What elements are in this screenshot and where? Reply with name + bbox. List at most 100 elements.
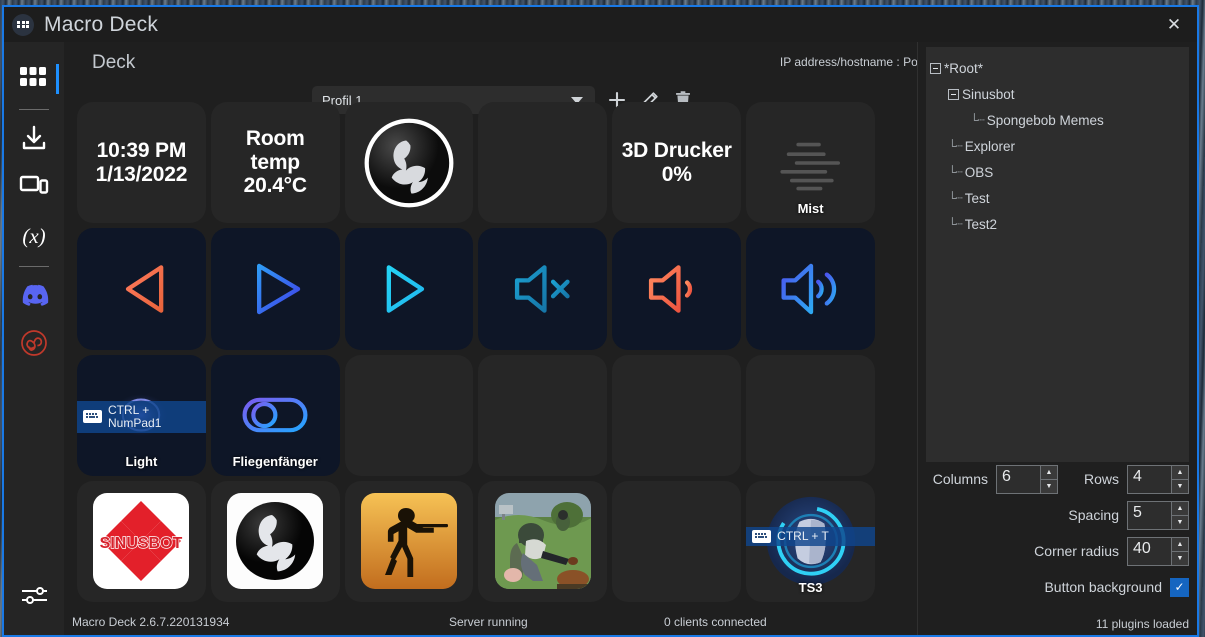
obs-launch-button[interactable] — [210, 480, 340, 602]
sliders-icon — [19, 584, 49, 611]
columns-value: 6 — [1001, 467, 1011, 485]
volume-up-button[interactable] — [746, 228, 875, 350]
tree-node-label: Test — [964, 190, 990, 206]
rows-value: 4 — [1133, 467, 1142, 485]
empty-button[interactable] — [344, 354, 474, 476]
sinusbot-button[interactable]: SINUSBOT — [77, 480, 206, 602]
volume-mute-button[interactable] — [478, 228, 608, 350]
tree-node[interactable]: └┈ Spongebob Memes — [930, 107, 1185, 133]
deck-button-text: 3D Drucker 0% — [621, 139, 732, 186]
corner-radius-value: 40 — [1133, 539, 1151, 557]
corner-radius-arrows[interactable]: ▲ ▼ — [1171, 537, 1188, 565]
rows-stepper[interactable]: 4 ▲ ▼ — [1127, 464, 1189, 494]
grid-icon — [20, 66, 48, 92]
sidebar-divider — [19, 109, 49, 110]
ip-label: IP address/hostname : Port — [779, 54, 926, 69]
macro-deck-window: Macro Deck ✕ (x) Deck IP address/hostnam… — [2, 5, 1199, 637]
button-background-label: Button background — [1044, 579, 1162, 595]
tree-node[interactable]: └┈ Explorer — [930, 133, 1185, 159]
volume-mute-icon — [478, 228, 607, 349]
tree-node[interactable]: └┈ Test — [930, 185, 1185, 211]
corner-radius-row: Corner radius 40 ▲ ▼ — [924, 536, 1189, 566]
mist-button[interactable]: Mist — [746, 102, 875, 224]
keyboard-icon — [83, 410, 102, 424]
obs-icon — [20, 329, 48, 362]
columns-stepper[interactable]: 6 ▲ ▼ — [995, 464, 1058, 494]
tree-node-label: Spongebob Memes — [986, 112, 1104, 128]
tree-node[interactable]: Sinusbot — [930, 81, 1185, 107]
empty-button[interactable] — [612, 354, 742, 476]
previous-track-button[interactable] — [77, 228, 206, 350]
csgo-button[interactable] — [344, 480, 474, 602]
tree-connector: └┈ — [948, 139, 963, 153]
obs-button[interactable] — [344, 102, 474, 224]
sidebar-item-settings[interactable] — [4, 573, 64, 621]
tree-node[interactable]: └┈ Test2 — [930, 211, 1185, 237]
collapse-icon[interactable] — [948, 88, 959, 100]
play-icon — [211, 228, 340, 349]
button-background-checkbox[interactable]: ✓ — [1170, 577, 1189, 597]
app-title: Macro Deck — [44, 12, 159, 36]
grid-logo-icon — [12, 13, 34, 36]
close-icon[interactable]: ✕ — [1151, 7, 1197, 42]
keyboard-icon — [752, 529, 772, 543]
sidebar-item-obs[interactable] — [4, 321, 64, 369]
tree-node-label: Test2 — [964, 216, 998, 232]
columns-label: Columns — [932, 471, 988, 487]
columns-up-arrow[interactable]: ▲ — [1040, 465, 1057, 480]
volume-down-icon — [612, 228, 741, 349]
clock-button[interactable]: 10:39 PM 1/13/2022 — [77, 102, 206, 224]
deck-button-text: 10:39 PM 1/13/2022 — [95, 139, 188, 186]
status-server: Server running — [449, 615, 528, 629]
plugins-loaded-label: 11 plugins loaded — [1095, 617, 1189, 631]
spacing-up-arrow[interactable]: ▲ — [1172, 501, 1188, 516]
sidebar-item-devices[interactable] — [4, 164, 64, 212]
empty-button[interactable] — [746, 354, 875, 476]
room-temp-button[interactable]: Room temp 20.4°C — [210, 102, 340, 224]
light-button[interactable]: CTRL + NumPad1 Light — [77, 354, 206, 476]
flytrap-button[interactable]: Fliegenfänger — [210, 354, 340, 476]
rows-down-arrow[interactable]: ▼ — [1172, 479, 1188, 493]
previous-track-icon — [77, 228, 206, 349]
spacing-arrows[interactable]: ▲ ▼ — [1171, 501, 1188, 529]
hotkey-label: CTRL + NumPad1 — [108, 402, 162, 430]
folder-tree: *Root* Sinusbot └┈ Spongebob Memes └┈ Explore… — [926, 47, 1189, 462]
empty-button[interactable] — [478, 102, 608, 224]
sidebar-item-discord[interactable] — [4, 273, 64, 321]
sidebar-item-downloads[interactable] — [4, 116, 64, 164]
corner-radius-up-arrow[interactable]: ▲ — [1172, 537, 1188, 552]
teamspeak-button[interactable]: CTRL + T TS3 — [746, 480, 875, 602]
tree-connector: └┈ — [948, 217, 963, 231]
sidebar-item-variables[interactable]: (x) — [4, 212, 64, 260]
volume-down-button[interactable] — [612, 228, 742, 350]
tree-node-label: Explorer — [964, 138, 1016, 154]
right-panel: *Root* Sinusbot └┈ Spongebob Memes └┈ Explore… — [917, 42, 1197, 635]
csgo-logo-icon — [345, 481, 474, 602]
pubg-button[interactable] — [478, 480, 608, 602]
corner-radius-stepper[interactable]: 40 ▲ ▼ — [1127, 536, 1189, 566]
empty-button[interactable] — [478, 354, 608, 476]
spacing-value: 5 — [1133, 503, 1142, 521]
empty-button[interactable] — [612, 480, 742, 602]
deck-settings: Columns 6 ▲ ▼ Rows 4 ▲ ▼ Spacing 5 ▲ ▼ C… — [924, 464, 1189, 609]
spacing-row: Spacing 5 ▲ ▼ — [924, 500, 1189, 530]
tree-node[interactable]: *Root* — [930, 55, 1185, 81]
rows-up-arrow[interactable]: ▲ — [1172, 465, 1188, 480]
corner-radius-down-arrow[interactable]: ▼ — [1172, 551, 1188, 565]
collapse-icon[interactable] — [930, 62, 941, 74]
play-button[interactable] — [210, 228, 340, 350]
next-track-button[interactable] — [344, 228, 474, 350]
tree-connector: └┈ — [948, 165, 963, 179]
deck-button-text: Room temp 20.4°C — [243, 127, 307, 198]
printer-progress-button[interactable]: 3D Drucker 0% — [612, 102, 742, 224]
spacing-down-arrow[interactable]: ▼ — [1172, 515, 1188, 529]
columns-rows-row: Columns 6 ▲ ▼ Rows 4 ▲ ▼ — [924, 464, 1189, 494]
columns-down-arrow[interactable]: ▼ — [1040, 479, 1057, 493]
tree-node-label: *Root* — [944, 60, 984, 76]
sidebar-item-deck[interactable] — [4, 55, 64, 103]
obs-white-logo-icon — [211, 481, 340, 602]
spacing-stepper[interactable]: 5 ▲ ▼ — [1127, 500, 1189, 530]
rows-arrows[interactable]: ▲ ▼ — [1171, 465, 1188, 493]
tree-node[interactable]: └┈ OBS — [930, 159, 1185, 185]
columns-arrows[interactable]: ▲ ▼ — [1039, 465, 1057, 493]
